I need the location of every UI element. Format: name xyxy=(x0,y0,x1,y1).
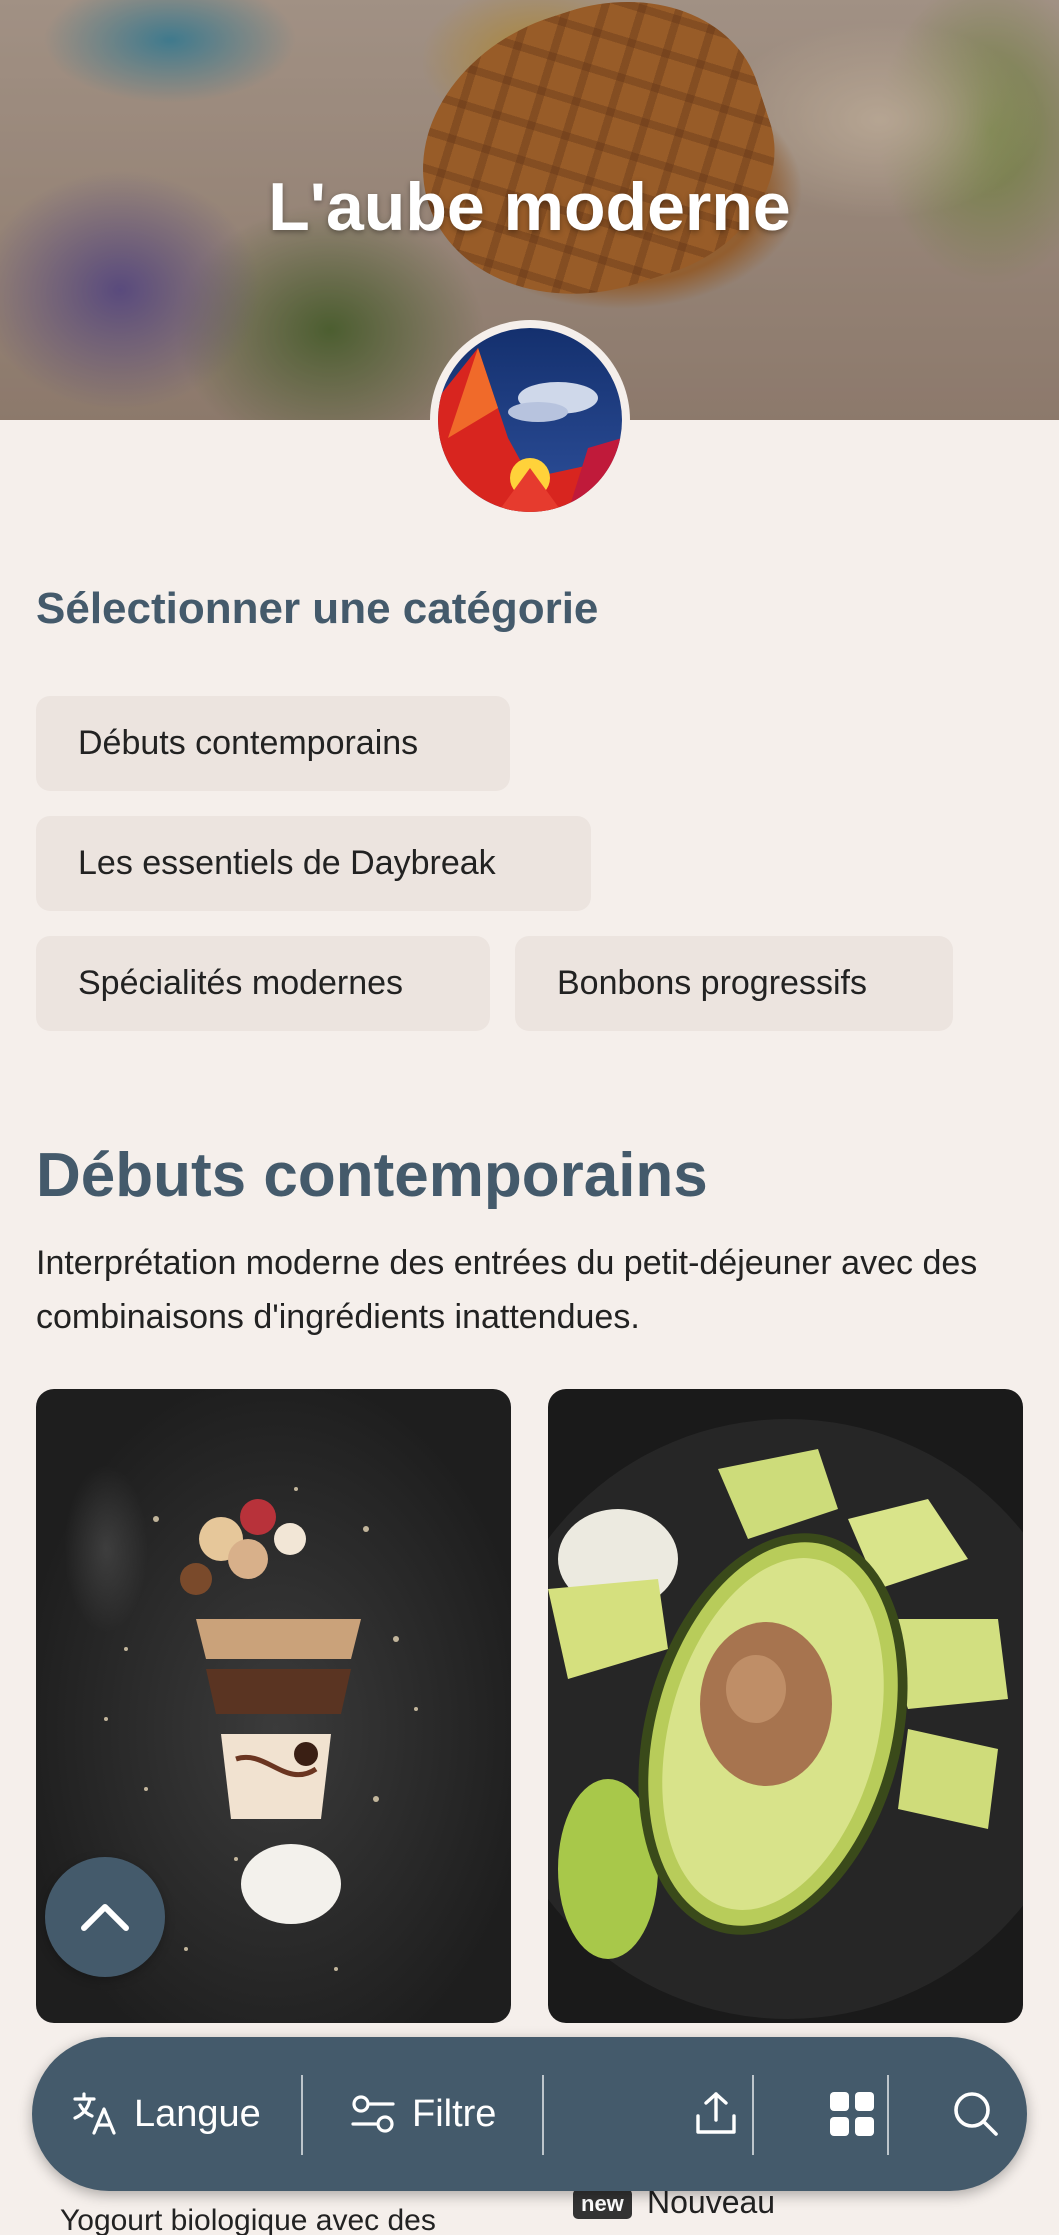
page-title: L'aube moderne xyxy=(268,169,791,245)
avocado-image xyxy=(548,1419,1023,2019)
toolbar-divider xyxy=(752,2075,754,2155)
category-chip-debuts-contemporains[interactable]: Débuts contemporains xyxy=(36,696,510,791)
new-badge: new xyxy=(573,2189,632,2219)
share-button[interactable] xyxy=(654,2037,778,2191)
category-chip-essentiels-daybreak[interactable]: Les essentiels de Daybreak xyxy=(36,816,591,911)
category-chip-specialites-modernes[interactable]: Spécialités modernes xyxy=(36,936,490,1031)
toolbar-divider xyxy=(542,2075,544,2155)
logo-mountain-sunrise-icon xyxy=(438,328,622,512)
toolbar-divider xyxy=(887,2075,889,2155)
section-title: Débuts contemporains xyxy=(36,1141,708,1210)
grid-view-button[interactable] xyxy=(790,2037,914,2191)
search-icon xyxy=(954,2092,998,2136)
share-icon xyxy=(696,2092,736,2134)
toolbar-divider xyxy=(301,2075,303,2155)
category-heading: Sélectionner une catégorie xyxy=(36,584,599,633)
card-caption: Yogourt biologique avec des xyxy=(60,2204,436,2235)
menu-card-avocado[interactable] xyxy=(548,1389,1023,2023)
filter-button[interactable]: Filtre xyxy=(350,2037,496,2191)
language-label: Langue xyxy=(134,2092,261,2135)
chevron-up-icon xyxy=(81,1904,129,1931)
filter-icon xyxy=(351,2095,395,2133)
search-button[interactable] xyxy=(926,2037,1026,2191)
restaurant-logo xyxy=(430,320,630,520)
language-button[interactable]: Langue xyxy=(72,2037,261,2191)
translate-icon xyxy=(73,2092,116,2135)
bottom-toolbar: Langue Filtre xyxy=(32,2037,1027,2191)
category-chip-bonbons-progressifs[interactable]: Bonbons progressifs xyxy=(515,936,953,1031)
scroll-to-top-button[interactable] xyxy=(45,1857,165,1977)
section-description: Interprétation moderne des entrées du pe… xyxy=(36,1244,978,1336)
filter-label: Filtre xyxy=(412,2092,497,2135)
grid-icon xyxy=(830,2092,874,2136)
